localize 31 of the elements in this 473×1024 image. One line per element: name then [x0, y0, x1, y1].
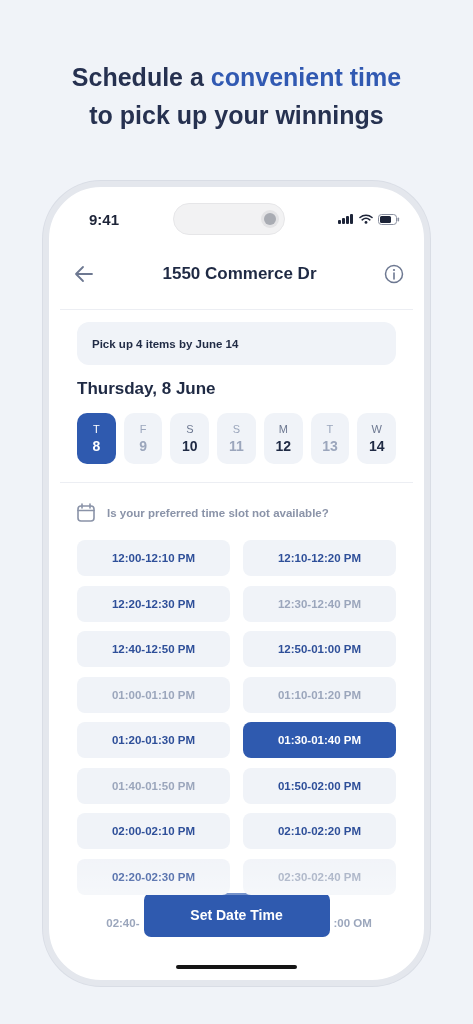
time-slot[interactable]: 01:50-02:00 PM	[243, 767, 396, 804]
time-slot[interactable]: 12:50-01:00 PM	[243, 631, 396, 667]
time-slot[interactable]: 12:20-12:30 PM	[77, 585, 230, 622]
set-date-time-button[interactable]: Set Date Time	[143, 893, 330, 937]
time-slot[interactable]: 02:20-02:30 PM	[77, 858, 230, 895]
headline-text: to pick up your winnings	[89, 101, 384, 129]
screen-title: 1550 Commerce Dr	[162, 264, 317, 284]
date-heading: Thursday, 8 June	[77, 379, 217, 399]
time-slot[interactable]: 12:40-12:50 PM	[77, 631, 230, 667]
headline-text: Schedule a	[71, 63, 205, 91]
pickup-banner: Pick up 4 items by June 14	[77, 322, 396, 365]
day-chip[interactable]: M 12	[263, 413, 303, 464]
day-chip[interactable]: W 14	[357, 413, 397, 464]
wifi-icon	[359, 214, 373, 224]
time-slot-fragment: :00 OM	[333, 916, 373, 929]
time-slot[interactable]: 12:00-12:10 PM	[77, 540, 230, 576]
back-arrow-icon[interactable]	[73, 263, 95, 285]
signal-icon	[338, 214, 354, 224]
calendar-icon	[77, 503, 95, 522]
battery-icon	[378, 213, 400, 225]
headline-highlight: convenient time	[210, 63, 402, 91]
time-slot[interactable]: 01:20-01:30 PM	[77, 722, 230, 758]
info-icon[interactable]	[384, 264, 404, 284]
day-chip[interactable]: T 8	[77, 413, 116, 464]
time-slot[interactable]: 01:30-01:40 PM	[243, 722, 396, 758]
day-chip[interactable]: S 10	[170, 413, 210, 464]
time-slot[interactable]: 02:00-02:10 PM	[77, 813, 230, 849]
time-slot[interactable]: 12:10-12:20 PM	[243, 540, 396, 576]
status-time: 9:41	[89, 210, 120, 228]
time-slot-fragment: 02:40-	[105, 916, 140, 929]
time-slot[interactable]: 02:10-02:20 PM	[243, 813, 396, 849]
